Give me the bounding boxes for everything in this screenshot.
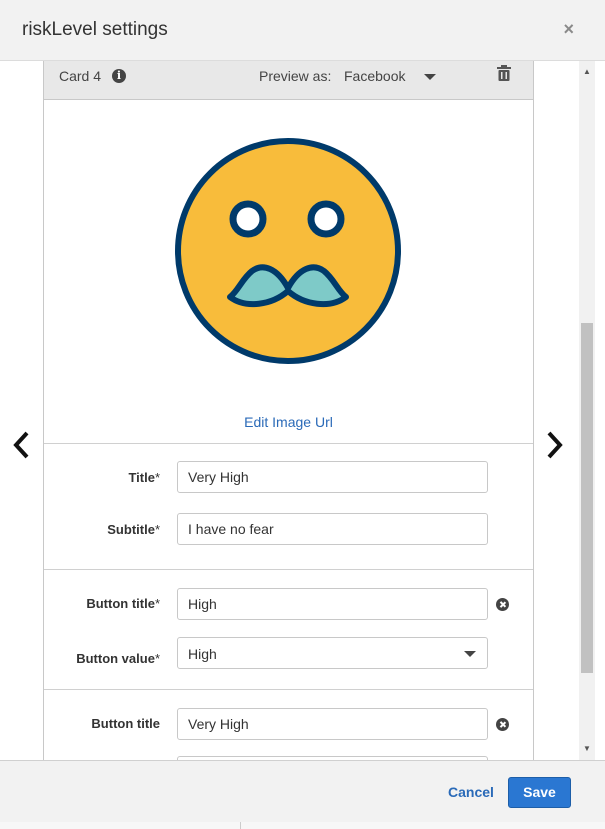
chevron-down-icon [424,74,436,80]
trash-icon[interactable] [496,64,512,82]
divider [44,689,533,690]
save-button[interactable]: Save [508,777,571,808]
scroll-down-arrow-icon[interactable]: ▼ [583,744,591,753]
button-title-input[interactable] [177,588,488,620]
info-icon[interactable]: i [112,69,126,83]
divider [44,569,533,570]
button-title-label: Button title [91,716,160,731]
button-title-input[interactable] [177,708,488,740]
divider [44,443,533,444]
chevron-left-icon[interactable] [10,429,34,461]
scrollbar-thumb[interactable] [581,323,593,673]
mustache-face-emoji-icon [175,138,401,364]
remove-circle-icon[interactable] [496,718,509,731]
card-header: Card 4 i Preview as: Facebook [44,61,533,100]
scroll-up-arrow-icon[interactable]: ▲ [583,67,591,76]
card: Card 4 i Preview as: Facebook Edit Image… [43,61,534,760]
edit-image-url-link[interactable]: Edit Image Url [44,414,533,430]
modal-title: riskLevel settings [22,19,168,40]
modal-footer: Cancel Save [0,760,605,822]
background-divider [240,822,241,829]
subtitle-label: Subtitle* [107,522,160,537]
title-label: Title* [128,470,160,485]
preview-platform-value: Facebook [344,68,406,84]
button-title-label: Button title* [86,596,160,611]
subtitle-input[interactable] [177,513,488,545]
preview-platform-select[interactable]: Facebook [344,68,440,88]
cancel-button[interactable]: Cancel [448,784,494,800]
button-value-select[interactable]: High [177,637,488,669]
modal-body: ▲ ▼ Card 4 i Preview as: Facebook Edit I… [0,61,605,760]
preview-as-label: Preview as: [259,68,332,84]
vertical-scrollbar[interactable]: ▲ ▼ [579,61,595,760]
remove-circle-icon[interactable] [496,598,509,611]
background-strip [0,822,605,829]
chevron-right-icon[interactable] [542,429,566,461]
modal-header: riskLevel settings × [0,0,605,61]
close-icon[interactable]: × [563,19,574,40]
button-value-label: Button value* [76,651,160,666]
title-input[interactable] [177,461,488,493]
button-value-selected: High [188,646,217,662]
chevron-down-icon [464,651,476,657]
card-label: Card 4 [59,68,102,84]
